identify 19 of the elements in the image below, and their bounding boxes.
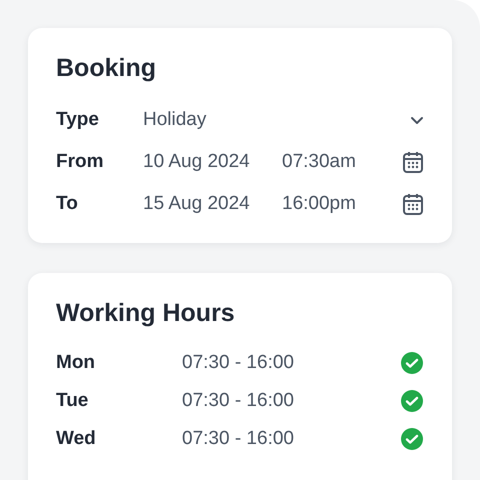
hours-value: 07:30 - 16:00	[182, 352, 294, 374]
day-label: Wed	[56, 428, 97, 450]
chevron-down-icon[interactable]	[410, 116, 424, 124]
select-value[interactable]: Holiday	[143, 109, 206, 131]
card-title: Working Hours	[56, 299, 236, 328]
field-label: To	[56, 193, 79, 215]
hours-value: 07:30 - 16:00	[182, 428, 294, 450]
date-value[interactable]: 15 Aug 2024	[143, 193, 282, 215]
calendar-icon[interactable]	[402, 192, 424, 216]
day-label: Tue	[56, 390, 90, 412]
card-title: Booking	[56, 54, 157, 83]
time-value[interactable]: 16:00pm	[282, 193, 356, 215]
field-label: Type	[56, 109, 100, 131]
time-value[interactable]: 07:30am	[282, 151, 356, 173]
hours-value: 07:30 - 16:00	[182, 390, 294, 412]
calendar-icon[interactable]	[402, 150, 424, 174]
field-label: From	[56, 151, 104, 173]
date-value[interactable]: 10 Aug 2024	[143, 151, 282, 173]
day-label: Mon	[56, 352, 96, 374]
